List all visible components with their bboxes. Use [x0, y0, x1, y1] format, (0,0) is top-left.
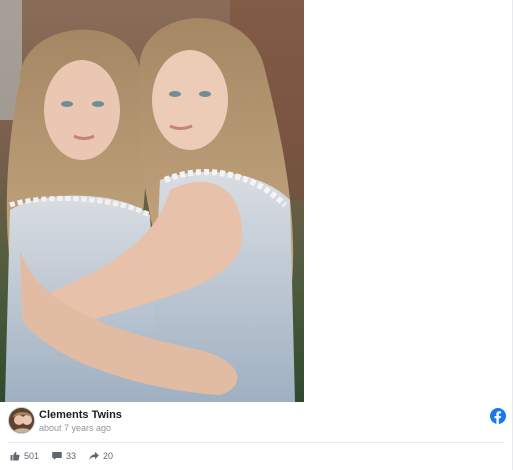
comments-count: 33 [66, 451, 77, 461]
author-name[interactable]: Clements Twins [39, 409, 122, 421]
shares-stat[interactable]: 20 [89, 451, 113, 461]
likes-stat[interactable]: 501 [10, 451, 39, 461]
post-photo[interactable] [0, 0, 304, 402]
author-avatar[interactable] [8, 407, 35, 434]
post-timestamp[interactable]: about 7 years ago [39, 423, 111, 433]
share-icon [89, 451, 99, 460]
comments-stat[interactable]: 33 [52, 451, 76, 461]
avatar-icon [9, 408, 34, 433]
post-author-row: Clements Twins about 7 years ago [8, 406, 506, 438]
shares-count: 20 [103, 451, 114, 461]
like-icon [10, 451, 20, 461]
post-stats: 501 33 20 [10, 449, 126, 463]
facebook-logo-icon[interactable] [490, 408, 506, 424]
likes-count: 501 [24, 451, 40, 461]
stats-divider [8, 442, 504, 443]
embedded-post-card: Clements Twins about 7 years ago 501 33 [0, 0, 513, 470]
comment-icon [52, 452, 62, 460]
